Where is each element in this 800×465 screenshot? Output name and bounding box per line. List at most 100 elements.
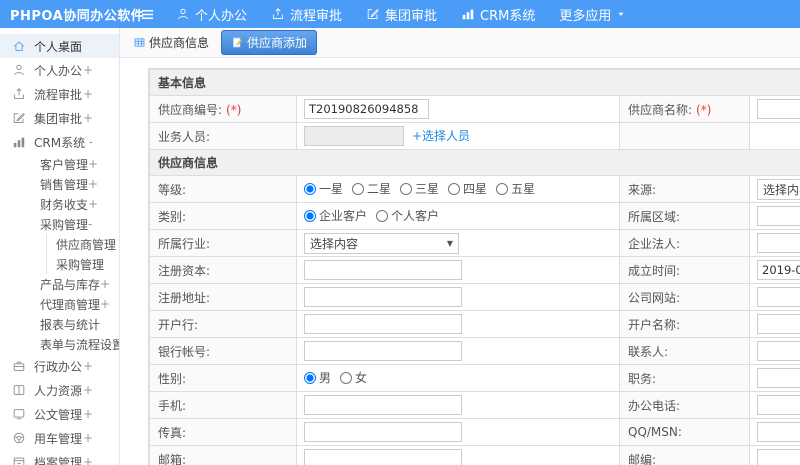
section-header: 基本信息 [148,69,800,96]
field-label: 邮箱: [149,445,297,465]
sidebar-item-12[interactable]: 代理商管理 + [0,294,119,314]
caret-down-icon [616,9,626,19]
section-header: 供应商信息 [148,149,800,176]
level-radio-0[interactable]: 一星 [304,180,343,197]
sidebar: 个人桌面 个人办公 + 流程审批 + 集团审批 + CRM系统 - 客户管理 + 销售管理 + 财务收支 +… [0,28,120,465]
tab-1[interactable]: 供应商添加 [221,30,318,55]
nav-item-label: 个人办公 [195,8,248,24]
level-radio-1[interactable]: 二星 [352,180,391,197]
gender-radio-0[interactable]: 男 [304,369,331,386]
office-phone-input[interactable] [757,395,800,415]
contact-input[interactable] [757,341,800,361]
sidebar-item-2[interactable]: 流程审批 + [0,82,119,106]
email-input[interactable] [304,449,462,465]
sidebar-item-label: 用车管理 [34,431,83,446]
qq-msn-input[interactable] [757,422,800,442]
expand-toggle-icon[interactable]: - [89,135,93,149]
sidebar-item-3[interactable]: 集团审批 + [0,106,119,130]
nav-item-1[interactable]: 流程审批 [271,5,342,24]
industry-select[interactable]: 选择内容 ▼ [304,232,459,254]
supplier-name-input[interactable] [757,99,800,119]
registered-capital-input[interactable] [304,260,462,280]
expand-toggle-icon[interactable]: + [100,297,110,311]
nav-item-label: 流程审批 [290,8,343,24]
level-radio-2[interactable]: 三星 [400,180,439,197]
source-select[interactable]: 选择内容▼ [757,178,800,200]
mobile-input[interactable] [304,395,462,415]
sidebar-item-label: 行政办公 [34,359,83,374]
registered-address-input[interactable] [304,287,462,307]
expand-toggle-icon[interactable]: + [83,383,93,397]
field-label: 所属区域: [619,202,750,230]
sidebar-item-16[interactable]: 人力资源 + [0,378,119,402]
field-label: 办公电话: [619,391,750,419]
sidebar-item-4[interactable]: CRM系统 - [0,130,119,154]
level-radio-4[interactable]: 五星 [496,180,535,197]
sidebar-item-10[interactable]: 采购管理 [46,254,119,274]
gender-radio-1[interactable]: 女 [340,369,367,386]
sidebar-item-5[interactable]: 客户管理 + [0,154,119,174]
sidebar-item-label: 个人桌面 [34,39,83,54]
sidebar-item-11[interactable]: 产品与库存 + [0,274,119,294]
position-input[interactable] [757,368,800,388]
sidebar-item-18[interactable]: 用车管理 + [0,426,119,450]
expand-toggle-icon[interactable]: + [83,431,93,445]
category-radio-1[interactable]: 个人客户 [376,207,439,224]
bank-input[interactable] [304,314,462,334]
website-input[interactable] [757,287,800,307]
sidebar-item-19[interactable]: 档案管理 + [0,450,119,465]
expand-toggle-icon[interactable]: + [83,455,93,465]
archive-icon [12,455,26,465]
expand-toggle-icon[interactable]: + [100,277,110,291]
user-icon [12,63,26,77]
nav-item-2[interactable]: 集团审批 [366,5,437,24]
region-input[interactable] [757,206,800,226]
form-row: 类别: 企业客户 个人客户 所属区域: [149,202,800,230]
business-person-input[interactable] [304,126,404,146]
sidebar-item-9[interactable]: 供应商管理 [46,234,119,254]
menu-toggle[interactable] [132,7,162,22]
sidebar-item-label: 集团审批 [34,111,83,126]
expand-toggle-icon[interactable]: + [88,197,98,211]
business-person-picker-link[interactable]: +选择人员 [412,129,470,143]
nav-item-4[interactable]: 更多应用 [559,5,626,24]
bank-account-input[interactable] [304,341,462,361]
process-icon [271,7,285,21]
required-mark: (*) [696,102,712,117]
tab-strip: 供应商信息 供应商添加 [120,28,800,58]
field-label: 联系人: [619,337,750,365]
legal-person-input[interactable] [757,233,800,253]
expand-toggle-icon[interactable]: + [83,407,93,421]
zip-input[interactable] [757,449,800,465]
sidebar-item-6[interactable]: 销售管理 + [0,174,119,194]
category-radio-0[interactable]: 企业客户 [304,207,367,224]
expand-toggle-icon[interactable]: + [83,111,93,125]
expand-toggle-icon[interactable]: + [83,359,93,373]
sidebar-item-14[interactable]: 表单与流程设置+ [0,334,119,354]
expand-toggle-icon[interactable]: + [88,177,98,191]
nav-item-3[interactable]: CRM系统 [461,5,535,24]
sidebar-item-label: 人力资源 [34,383,83,398]
fax-input[interactable] [304,422,462,442]
car-icon [12,431,26,445]
expand-toggle-icon[interactable]: + [88,157,98,171]
supplier-code-input[interactable] [304,99,429,119]
sidebar-item-1[interactable]: 个人办公 + [0,58,119,82]
expand-toggle-icon[interactable]: + [83,63,93,77]
home-icon [12,39,26,53]
account-name-input[interactable] [757,314,800,334]
sidebar-item-13[interactable]: 报表与统计 [0,314,119,334]
tab-0[interactable]: 供应商信息 [133,34,209,51]
sidebar-item-17[interactable]: 公文管理 + [0,402,119,426]
sidebar-item-0[interactable]: 个人桌面 [0,34,119,58]
level-radio-3[interactable]: 四星 [448,180,487,197]
expand-toggle-icon[interactable]: - [88,217,92,231]
sidebar-item-15[interactable]: 行政办公 + [0,354,119,378]
sidebar-item-7[interactable]: 财务收支 + [0,194,119,214]
founded-date-input[interactable] [757,260,800,280]
tab-label: 供应商信息 [149,36,210,50]
sidebar-item-8[interactable]: 采购管理 - [0,214,119,234]
expand-toggle-icon[interactable]: + [83,87,93,101]
nav-item-0[interactable]: 个人办公 [176,5,247,24]
chart-icon [461,7,475,21]
